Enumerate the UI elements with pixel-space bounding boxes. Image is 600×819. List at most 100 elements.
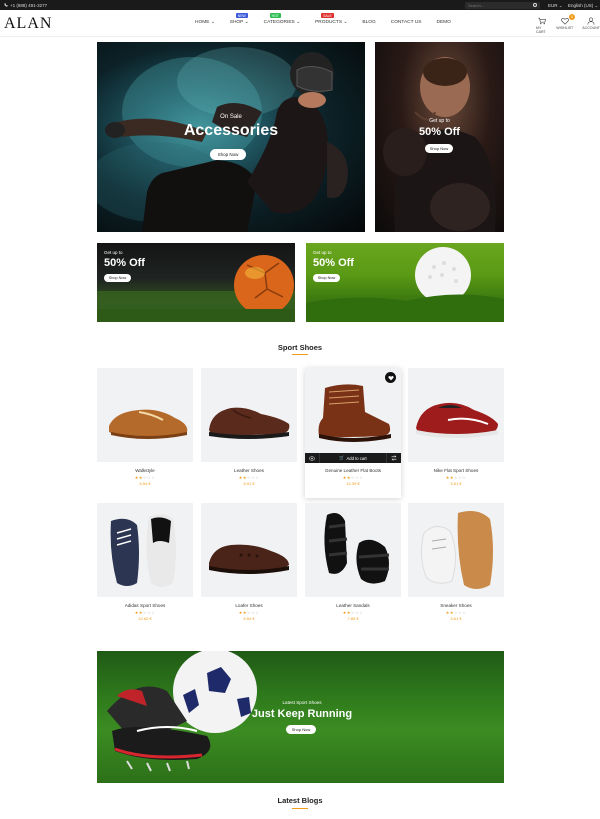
currency-label: EUR (548, 2, 558, 8)
product-price: 6.91 € (243, 481, 255, 486)
section-underline (292, 354, 308, 356)
product-name[interactable]: Walkstyle (97, 468, 193, 473)
star-empty-icon: ☆ (255, 475, 260, 480)
product-card[interactable]: 🛒 Add to cart Genuine Leather Flat Boots ★★… (305, 368, 401, 498)
promo-shop-now-button[interactable]: Shop Now (313, 274, 340, 282)
star-empty-icon: ☆ (151, 610, 156, 615)
search-icon[interactable] (533, 2, 537, 7)
wishlist-heart-button[interactable] (385, 372, 396, 383)
star-empty-icon: ☆ (359, 475, 364, 480)
hero-kicker: On Sale (220, 114, 242, 120)
wishlist-button[interactable]: 0 WISHLIST (556, 14, 576, 34)
product-rating: ★★☆☆☆ (408, 475, 504, 480)
star-empty-icon: ☆ (151, 475, 156, 480)
product-image[interactable] (305, 503, 401, 597)
sport-shoes-title: Sport Shoes (277, 343, 323, 352)
product-actions-bar: 🛒 Add to cart (305, 453, 401, 463)
product-image[interactable] (97, 368, 193, 462)
promo-title: 50% Off (313, 257, 354, 269)
run-banner-kicker: Latest Sport Shoes (282, 700, 322, 705)
nav-item-contact-us[interactable]: CONTACT US (391, 20, 422, 25)
product-card[interactable]: Nike Flat Sport Shoes ★★☆☆☆ 5.61 € (408, 368, 504, 496)
top-bar: +1 (888) 491-3277 EUR ⌄ English (US) ⌄ (0, 0, 600, 10)
product-card[interactable]: Leather Sandals ★★☆☆☆ 7.85 € (305, 503, 401, 631)
nav-item-products[interactable]: PRODUCTS ⌄ SALE (315, 13, 348, 25)
product-card[interactable]: Walkstyle ★★☆☆☆ 6.54 € (97, 368, 193, 496)
product-image[interactable] (408, 368, 504, 462)
product-price: 6.54 € (139, 481, 151, 486)
nav-badge: HOT (269, 13, 281, 18)
search-input[interactable] (465, 1, 527, 9)
product-name[interactable]: Leather Sandals (305, 603, 401, 608)
product-image[interactable] (201, 368, 297, 462)
site-logo[interactable]: ALAN (4, 15, 52, 33)
product-name[interactable]: Nike Flat Sport Shoes (408, 468, 504, 473)
header-icons: MY CART 0 WISHLIST ACCOUNT (536, 14, 600, 34)
heart-icon (560, 16, 569, 25)
chevron-down-icon: ⌄ (594, 2, 599, 8)
eye-icon (309, 456, 315, 460)
language-label: English (US) (568, 2, 594, 8)
promo-banner-soccer[interactable]: Get up to 50% Off Shop Now (97, 243, 295, 322)
product-name[interactable]: Leather Shoes (201, 468, 297, 473)
product-name[interactable]: Adidas Sport Shoes (97, 603, 193, 608)
product-rating: ★★☆☆☆ (97, 610, 193, 615)
cart-icon: 🛒 (339, 455, 345, 460)
quick-view-button[interactable] (305, 453, 319, 463)
heart-icon (387, 375, 394, 380)
nav-badge: NEW (235, 13, 248, 18)
add-to-cart-button[interactable]: 🛒 Add to cart (319, 453, 387, 463)
nav-item-home[interactable]: HOME ⌄ (195, 20, 215, 25)
nav-badge: SALE (321, 13, 334, 18)
account-label: ACCOUNT (582, 26, 600, 30)
product-price: 14.39 € (346, 481, 360, 486)
running-banner[interactable]: Latest Sport Shoes Just Keep Running Sho… (97, 651, 504, 783)
product-name[interactable]: Sneaker Shoes (408, 603, 504, 608)
account-button[interactable]: ACCOUNT (582, 16, 600, 34)
compare-button[interactable] (387, 453, 401, 463)
product-rating: ★★☆☆☆ (201, 475, 297, 480)
product-price: 7.85 € (347, 616, 359, 621)
phone-icon (4, 3, 8, 7)
side-banner-title: 50% Off (419, 126, 460, 138)
phone-contact[interactable]: +1 (888) 491-3277 (4, 3, 47, 8)
product-name[interactable]: Loafer Shoes (201, 603, 297, 608)
star-empty-icon: ☆ (462, 475, 467, 480)
product-image[interactable] (408, 503, 504, 597)
promo-banner-golf[interactable]: Get up to 50% Off Shop Now (306, 243, 504, 322)
product-price: 10.62 € (138, 616, 152, 621)
product-image[interactable] (97, 503, 193, 597)
section-underline (292, 808, 308, 810)
nav-item-label: BLOG (362, 20, 376, 25)
product-card[interactable]: Sneaker Shoes ★★☆☆☆ 5.61 € (408, 503, 504, 631)
language-selector[interactable]: English (US) ⌄ (568, 3, 598, 9)
main-nav: HOME ⌄ SHOP ⌄ NEW CATEGORIES ⌄ HOT PRODUCTS ⌄… (195, 13, 466, 25)
nav-item-label: PRODUCTS (315, 20, 343, 25)
run-banner-shop-now-button[interactable]: Shop Now (286, 725, 316, 734)
cart-button[interactable]: MY CART (536, 16, 547, 34)
chevron-down-icon: ⌄ (342, 20, 348, 25)
promo-kicker: Get up to (104, 250, 123, 255)
nav-item-demo[interactable]: DEMO (436, 20, 450, 25)
hero-shop-now-button[interactable]: Shop Now (210, 149, 246, 160)
nav-item-shop[interactable]: SHOP ⌄ NEW (230, 13, 249, 25)
product-name[interactable]: Genuine Leather Flat Boots (305, 468, 401, 473)
nav-item-label: CONTACT US (390, 20, 422, 25)
product-card[interactable]: Loafer Shoes ★★☆☆☆ 6.54 € (201, 503, 297, 631)
side-banner[interactable]: Get up to 50% Off Shop Now (375, 42, 504, 232)
chevron-down-icon: ⌄ (243, 20, 249, 25)
product-price: 5.61 € (450, 481, 462, 486)
side-banner-shop-now-button[interactable]: Shop Now (425, 144, 453, 153)
nav-item-categories[interactable]: CATEGORIES ⌄ HOT (264, 13, 300, 25)
product-card[interactable]: Leather Shoes ★★☆☆☆ 6.91 € (201, 368, 297, 496)
promo-title: 50% Off (104, 257, 145, 269)
product-rating: ★★☆☆☆ (201, 610, 297, 615)
nav-item-blog[interactable]: BLOG (362, 20, 375, 25)
cart-label: MY CART (536, 26, 546, 34)
product-card[interactable]: Adidas Sport Shoes ★★☆☆☆ 10.62 € (97, 503, 193, 631)
product-image[interactable] (201, 503, 297, 597)
product-rating: ★★☆☆☆ (305, 610, 401, 615)
currency-selector[interactable]: EUR ⌄ (548, 3, 563, 9)
product-rating: ★★☆☆☆ (305, 475, 401, 480)
promo-shop-now-button[interactable]: Shop Now (104, 274, 131, 282)
